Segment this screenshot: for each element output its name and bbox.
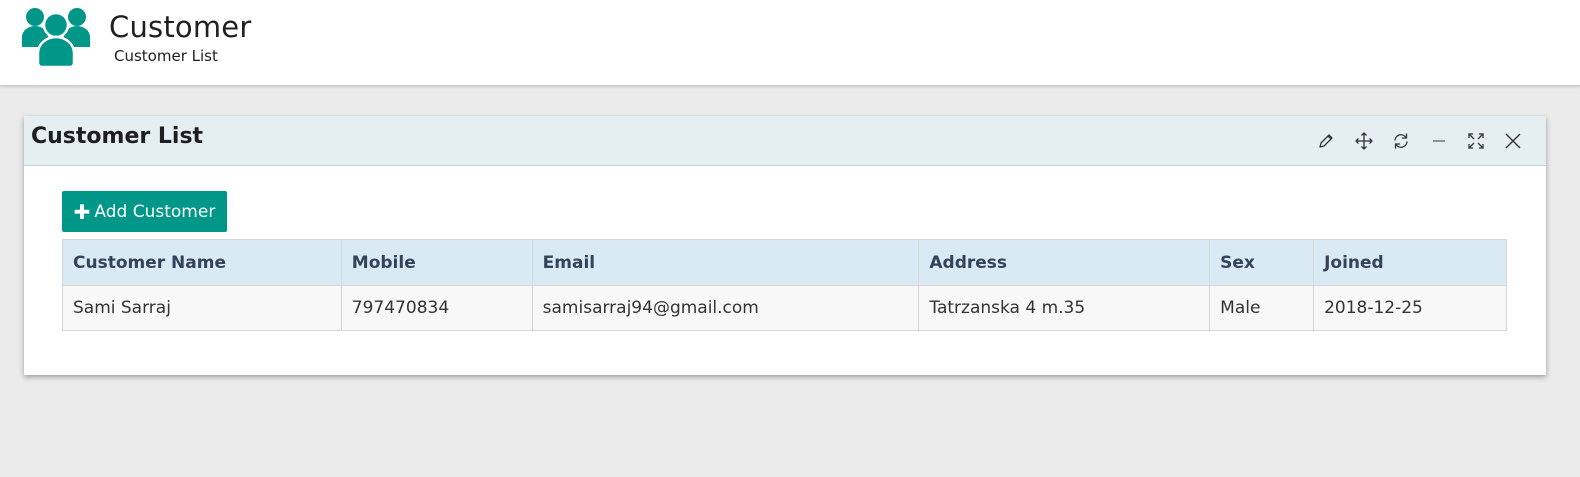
column-header-address[interactable]: Address [918,239,1211,286]
column-header-mobile[interactable]: Mobile [340,239,533,286]
cell-email: samisarraj94@gmail.com [531,285,920,331]
customer-list-panel: Customer List ✚ Add Customer Customer Na… [24,116,1546,375]
cell-sex: Male [1209,285,1315,331]
table-row[interactable]: Sami Sarraj 797470834 samisarraj94@gmail… [62,285,1507,331]
plus-icon: ✚ [73,199,91,224]
column-header-customer-name[interactable]: Customer Name [62,239,342,286]
refresh-icon[interactable] [1382,130,1419,152]
cell-mobile: 797470834 [340,285,533,331]
cell-customer-name: Sami Sarraj [62,285,342,331]
edit-icon[interactable] [1308,130,1345,152]
column-header-email[interactable]: Email [531,239,920,286]
add-customer-button[interactable]: ✚ Add Customer [62,191,227,232]
users-icon [22,5,90,69]
page-header: Customer Customer List [0,0,1580,86]
page-title: Customer [109,10,252,44]
cell-address: Tatrzanska 4 m.35 [918,285,1211,331]
column-header-sex[interactable]: Sex [1209,239,1315,286]
page-subtitle: Customer List [114,47,218,65]
cell-joined: 2018-12-25 [1313,285,1507,331]
close-icon[interactable] [1495,130,1532,152]
move-icon[interactable] [1345,130,1382,152]
panel-header: Customer List [24,116,1546,166]
add-customer-label: Add Customer [94,201,216,222]
minimize-icon[interactable] [1420,130,1457,152]
column-header-joined[interactable]: Joined [1313,239,1507,286]
panel-toolbar [1308,130,1532,152]
panel-title: Customer List [31,124,204,149]
fullscreen-icon[interactable] [1457,130,1494,152]
customer-table: Customer Name Mobile Email Address Sex J… [62,239,1507,331]
table-header-row: Customer Name Mobile Email Address Sex J… [62,239,1507,286]
